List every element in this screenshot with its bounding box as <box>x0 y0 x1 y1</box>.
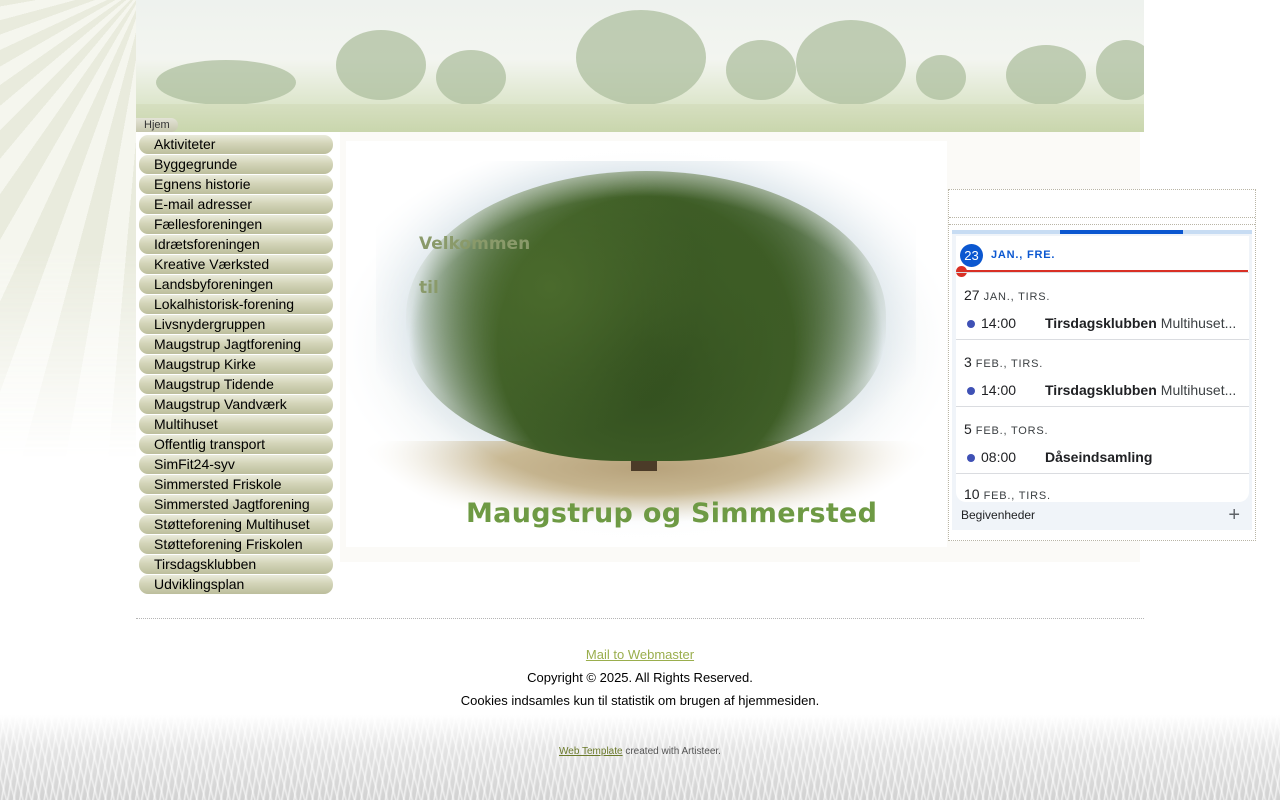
nav-item-maugstrup-tidende[interactable]: Maugstrup Tidende <box>139 375 333 394</box>
nav-item-offentlig-transport[interactable]: Offentlig transport <box>139 435 333 454</box>
site-name: Maugstrup og Simmersted <box>466 498 878 529</box>
today-badge: 23 <box>960 244 983 267</box>
calendar-footer: Begivenheder + <box>952 502 1252 530</box>
nav-item-stotteforening-multihuset[interactable]: Støtteforening Multihuset <box>139 515 333 534</box>
day-date: 3 FEB., TIRS. <box>964 354 1044 370</box>
calendar-footer-label: Begivenheder <box>961 508 1036 522</box>
nav-item-landsbyforeningen[interactable]: Landsbyforeningen <box>139 275 333 294</box>
nav-item-email-adresser[interactable]: E-mail adresser <box>139 195 333 214</box>
event-title: Tirsdagsklubben Multihuset... <box>1045 382 1237 398</box>
background-sunburst <box>0 0 136 460</box>
welcome-text: Velkommen <box>419 234 531 254</box>
event-title: Tirsdagsklubben Multihuset... <box>1045 315 1237 331</box>
event-time: 14:00 <box>981 382 1017 398</box>
event-time: 14:00 <box>981 315 1017 331</box>
credits-text: created with Artisteer. <box>622 746 721 757</box>
nav-item-idraetsforeningen[interactable]: Idrætsforeningen <box>139 235 333 254</box>
home-tab[interactable]: Hjem <box>136 118 178 132</box>
calendar-today-row: 23 JAN., FRE. <box>956 236 1249 277</box>
footer: Mail to Webmaster Copyright © 2025. All … <box>136 646 1144 715</box>
nav-item-aktiviteter[interactable]: Aktiviteter <box>139 135 333 154</box>
nav-item-maugstrup-jagtforening[interactable]: Maugstrup Jagtforening <box>139 335 333 354</box>
nav-item-multihuset[interactable]: Multihuset <box>139 415 333 434</box>
nav-item-maugstrup-kirke[interactable]: Maugstrup Kirke <box>139 355 333 374</box>
cookies-notice: Cookies indsamles kun til statistik om b… <box>460 693 820 708</box>
nav-item-maugstrup-vandvaerk[interactable]: Maugstrup Vandværk <box>139 395 333 414</box>
add-calendar-icon[interactable]: + <box>1228 502 1240 528</box>
calendar-day: 10 FEB., TIRS. <box>956 473 1249 502</box>
event-dot-icon <box>967 387 975 395</box>
template-credits: Web Template created with Artisteer. <box>0 746 1280 757</box>
background-grass <box>0 715 1280 800</box>
nav-item-tirsdagsklubben[interactable]: Tirsdagsklubben <box>139 555 333 574</box>
nav-item-kreative-vaerksted[interactable]: Kreative Værksted <box>139 255 333 274</box>
copyright-text: Copyright © 2025. All Rights Reserved. <box>527 670 753 685</box>
day-date: 10 FEB., TIRS. <box>964 486 1051 502</box>
calendar-event[interactable]: 08:00 Dåseindsamling <box>964 449 1244 469</box>
calendar-day: 27 JAN., TIRS. 14:00 Tirsdagsklubben Multi… <box>956 272 1249 339</box>
calendar-widget: 23 JAN., FRE. 27 JAN., TIRS. 14:00 Tirsda… <box>952 230 1252 530</box>
event-time: 08:00 <box>981 449 1017 465</box>
nav-item-livsnydergruppen[interactable]: Livsnydergruppen <box>139 315 333 334</box>
today-label: JAN., FRE. <box>991 249 1056 261</box>
calendar-container: 23 JAN., FRE. 27 JAN., TIRS. 14:00 Tirsda… <box>948 189 1256 541</box>
calendar-agenda-list[interactable]: 23 JAN., FRE. 27 JAN., TIRS. 14:00 Tirsda… <box>956 236 1249 502</box>
event-title: Dåseindsamling <box>1045 449 1153 465</box>
footer-divider <box>136 618 1144 619</box>
calendar-event[interactable]: 14:00 Tirsdagsklubben Multihuset... <box>964 315 1244 335</box>
calendar-tab-bar <box>952 230 1252 234</box>
mail-webmaster-link[interactable]: Mail to Webmaster <box>586 647 694 662</box>
nav-item-simmersted-friskole[interactable]: Simmersted Friskole <box>139 475 333 494</box>
calendar-day: 5 FEB., TORS. 08:00 Dåseindsamling <box>956 406 1249 473</box>
event-dot-icon <box>967 454 975 462</box>
nav-item-simmersted-jagtforening[interactable]: Simmersted Jagtforening <box>139 495 333 514</box>
header-banner <box>136 0 1144 132</box>
day-date: 27 JAN., TIRS. <box>964 287 1051 303</box>
welcome-image: Velkommen til Maugstrup og Simmersted <box>346 141 947 547</box>
web-template-link[interactable]: Web Template <box>559 746 623 757</box>
sidebar-nav: Aktiviteter Byggegrunde Egnens historie … <box>139 135 333 595</box>
welcome-til-text: til <box>419 278 439 298</box>
event-dot-icon <box>967 320 975 328</box>
nav-item-simfit24-syv[interactable]: SimFit24-syv <box>139 455 333 474</box>
nav-item-udviklingsplan[interactable]: Udviklingsplan <box>139 575 333 594</box>
nav-item-lokalhistorisk-forening[interactable]: Lokalhistorisk-forening <box>139 295 333 314</box>
calendar-event[interactable]: 14:00 Tirsdagsklubben Multihuset... <box>964 382 1244 402</box>
calendar-day: 3 FEB., TIRS. 14:00 Tirsdagsklubben Multih… <box>956 339 1249 406</box>
nav-item-byggegrunde[interactable]: Byggegrunde <box>139 155 333 174</box>
day-date: 5 FEB., TORS. <box>964 421 1049 437</box>
nav-item-stotteforening-friskolen[interactable]: Støtteforening Friskolen <box>139 535 333 554</box>
nav-item-egnens-historie[interactable]: Egnens historie <box>139 175 333 194</box>
nav-item-faellesforeningen[interactable]: Fællesforeningen <box>139 215 333 234</box>
